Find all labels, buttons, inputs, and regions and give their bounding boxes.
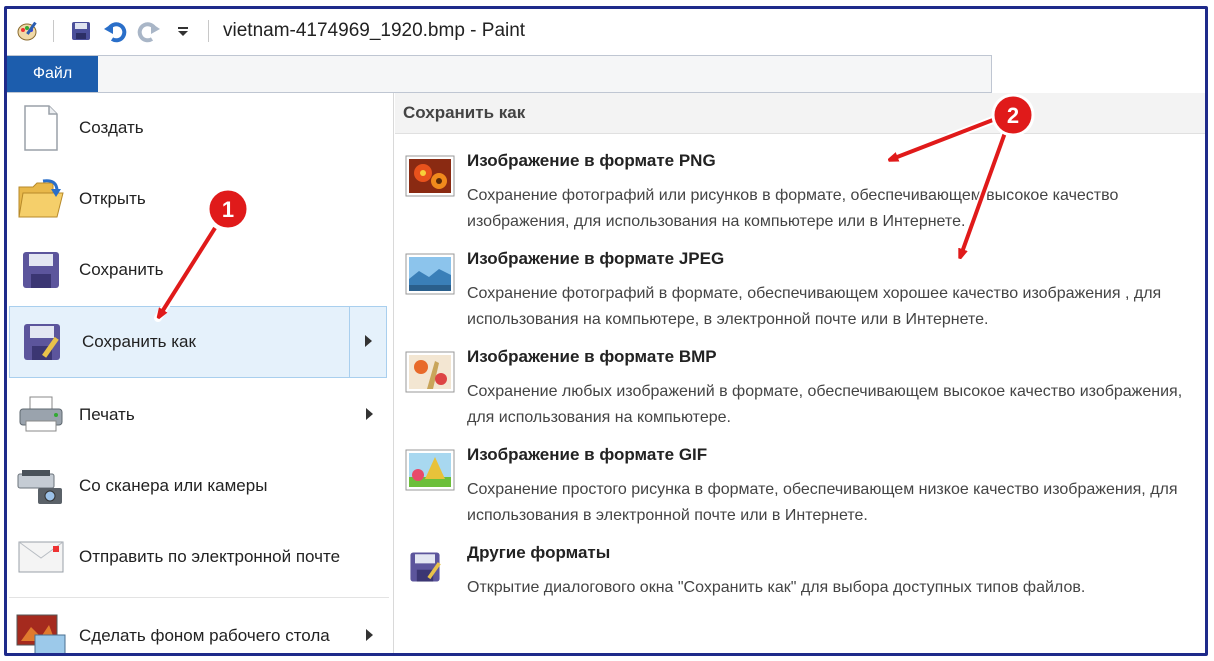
menu-item-label: Создать <box>79 118 144 137</box>
menu-item-label: Сохранить как <box>82 332 196 351</box>
menu-item-label: Печать <box>79 405 135 424</box>
option-description: Сохранение фотографий или рисунков в фор… <box>467 187 1119 230</box>
submenu-arrow-icon <box>366 629 373 641</box>
option-description: Сохранение любых изображений в формате, … <box>467 383 1183 426</box>
menu-item-save-as[interactable]: Сохранить как <box>9 306 387 378</box>
save-as-icon <box>18 316 70 368</box>
ribbon-bar: Файл <box>7 55 992 93</box>
menu-item-label: Сделать фоном рабочего стола <box>79 626 330 645</box>
window-title: vietnam-4174969_1920.bmp - Paint <box>223 20 526 41</box>
option-title: Изображение в формате BMP <box>467 347 717 366</box>
save-icon[interactable] <box>68 18 94 44</box>
file-menu: Создать Открыть Сохранить Сохранить как … <box>7 93 394 653</box>
menu-item-label: Со сканера или камеры <box>79 476 268 495</box>
title-bar: vietnam-4174969_1920.bmp - Paint <box>7 9 1205 53</box>
save-as-panel: Сохранить как Изображение в формате PNG … <box>395 93 1205 653</box>
option-title: Изображение в формате GIF <box>467 445 708 464</box>
paint-window: vietnam-4174969_1920.bmp - Paint Файл Со… <box>4 6 1208 656</box>
scanner-camera-icon <box>15 460 67 512</box>
save-as-header-label: Сохранить как <box>403 103 526 122</box>
option-title: Изображение в формате PNG <box>467 151 716 170</box>
option-description: Сохранение простого рисунка в формате, о… <box>467 481 1178 524</box>
menu-item-create[interactable]: Создать <box>7 93 387 163</box>
save-as-icon <box>405 547 457 589</box>
quick-access-toolbar <box>15 18 223 44</box>
paint-app-icon[interactable] <box>15 18 41 44</box>
toolbar-separator <box>208 20 209 42</box>
menu-item-open[interactable]: Открыть <box>7 164 387 234</box>
save-option-bmp[interactable]: Изображение в формате BMP Сохранение люб… <box>395 347 1205 433</box>
menu-item-label: Сохранить <box>79 260 164 279</box>
option-title: Изображение в формате JPEG <box>467 249 725 268</box>
save-option-other-formats[interactable]: Другие форматы Открытие диалогового окна… <box>395 543 1205 603</box>
open-folder-icon <box>15 173 67 225</box>
customize-toolbar-dropdown-icon[interactable] <box>170 18 196 44</box>
menu-item-send-email[interactable]: Отправить по электронной почте <box>7 522 387 592</box>
submenu-arrow-icon <box>366 408 373 420</box>
desktop-background-icon <box>15 610 67 653</box>
save-icon <box>15 244 67 296</box>
save-option-gif[interactable]: Изображение в формате GIF Сохранение про… <box>395 445 1205 531</box>
menu-item-label: Отправить по электронной почте <box>79 547 341 566</box>
bmp-image-icon <box>405 351 457 393</box>
menu-item-set-wallpaper[interactable]: Сделать фоном рабочего стола <box>7 601 387 653</box>
save-as-header: Сохранить как <box>395 93 1205 134</box>
submenu-arrow-icon[interactable] <box>365 335 372 347</box>
save-option-jpeg[interactable]: Изображение в формате JPEG Сохранение фо… <box>395 249 1205 335</box>
menu-item-save[interactable]: Сохранить <box>7 235 387 305</box>
menu-item-print[interactable]: Печать <box>7 380 387 450</box>
option-description: Открытие диалогового окна "Сохранить как… <box>467 579 1086 596</box>
new-document-icon <box>15 102 67 154</box>
save-option-png[interactable]: Изображение в формате PNG Сохранение фот… <box>395 151 1205 237</box>
file-tab[interactable]: Файл <box>7 56 98 92</box>
png-image-icon <box>405 155 457 197</box>
option-title: Другие форматы <box>467 543 611 562</box>
jpeg-image-icon <box>405 253 457 295</box>
undo-icon[interactable] <box>102 18 128 44</box>
toolbar-separator <box>53 20 54 42</box>
option-description: Сохранение фотографий в формате, обеспеч… <box>467 285 1162 328</box>
gif-image-icon <box>405 449 457 491</box>
redo-icon[interactable] <box>136 18 162 44</box>
menu-item-scanner-camera[interactable]: Со сканера или камеры <box>7 451 387 521</box>
menu-item-label: Открыть <box>79 189 146 208</box>
submenu-split-line <box>349 307 350 377</box>
email-envelope-icon <box>15 531 67 583</box>
printer-icon <box>15 389 67 441</box>
menu-separator <box>9 597 389 598</box>
